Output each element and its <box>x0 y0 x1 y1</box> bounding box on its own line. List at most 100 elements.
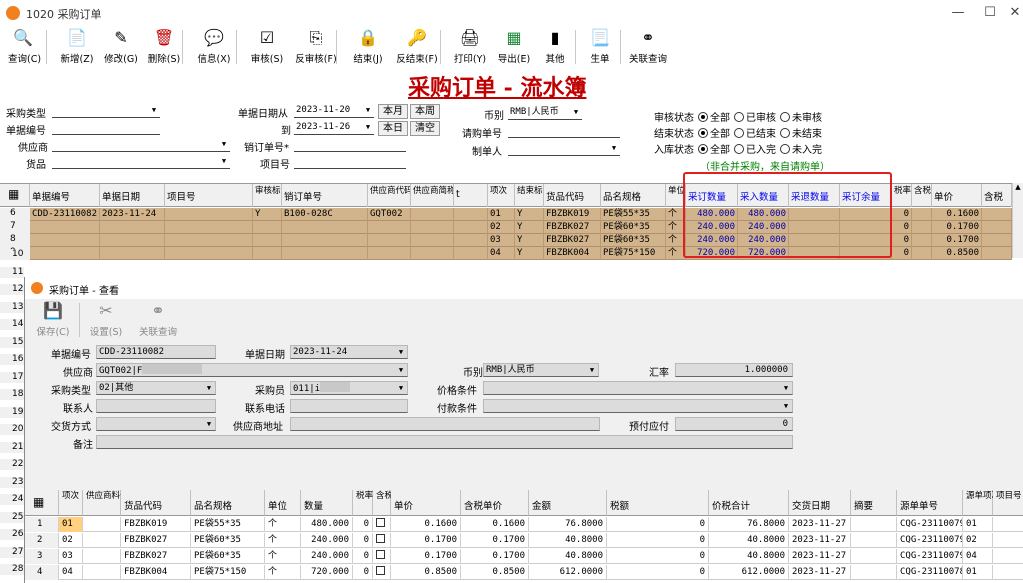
detail-cell[interactable] <box>993 517 1023 532</box>
info-button[interactable]: 💬 信息(X) <box>194 26 234 68</box>
table-cell[interactable]: Y <box>515 247 544 260</box>
table-cell[interactable] <box>912 234 932 247</box>
table-cell[interactable]: PE袋55*35 <box>601 208 666 221</box>
table-cell[interactable] <box>982 247 1012 260</box>
buyer-field[interactable]: 011|i ▼ <box>290 381 408 395</box>
grid-settings-icon[interactable]: ▦ <box>25 490 59 516</box>
detail-header-cell[interactable]: 货品代码 <box>121 490 191 516</box>
table-cell[interactable] <box>368 234 411 247</box>
detail-header-cell[interactable]: 源单单号 <box>897 490 963 516</box>
supplier-address-field[interactable] <box>290 417 600 431</box>
table-cell[interactable] <box>454 221 488 234</box>
tax-included-checkbox[interactable] <box>376 550 385 559</box>
generate-button[interactable]: 📃 生单 <box>584 26 616 68</box>
detail-cell[interactable]: 04 <box>59 565 83 580</box>
close-all-radio[interactable] <box>698 128 708 138</box>
detail-cell[interactable] <box>851 533 897 548</box>
table-cell[interactable] <box>282 247 368 260</box>
table-cell[interactable] <box>100 247 165 260</box>
detail-cell[interactable]: PE袋55*35 <box>191 517 265 532</box>
rate-field[interactable]: 1.000000 <box>675 363 793 377</box>
doc-date-field[interactable]: 2023-11-24 ▼ <box>290 345 408 359</box>
table-cell[interactable] <box>411 234 454 247</box>
table-cell[interactable] <box>411 208 454 221</box>
table-cell[interactable] <box>165 247 253 260</box>
detail-cell[interactable] <box>83 517 121 532</box>
purchase-type-field[interactable]: 02|其他 ▼ <box>96 381 216 395</box>
detail-cell[interactable]: PE袋75*150 <box>191 565 265 580</box>
stock-all-radio[interactable] <box>698 144 708 154</box>
purchase-type-select[interactable]: ▼ <box>52 104 160 118</box>
table-cell[interactable] <box>912 247 932 260</box>
supplier-select[interactable]: ▼ <box>52 138 230 152</box>
detail-cell[interactable]: 02 <box>963 533 993 548</box>
detail-cell[interactable]: 0.8500 <box>461 565 529 580</box>
stock-pending-radio[interactable] <box>780 144 790 154</box>
detail-cell[interactable] <box>373 549 391 564</box>
grid-header-cell[interactable]: 货品代码 <box>544 184 601 207</box>
detail-cell[interactable]: 76.8000 <box>709 517 789 532</box>
table-cell[interactable]: 03 <box>488 234 515 247</box>
table-cell[interactable] <box>982 208 1012 221</box>
detail-cell[interactable]: 0 <box>353 565 373 580</box>
detail-header-cell[interactable]: 单位 <box>265 490 301 516</box>
detail-cell[interactable]: CQG-23110079 <box>897 517 963 532</box>
table-cell[interactable] <box>982 221 1012 234</box>
detail-cell[interactable] <box>851 565 897 580</box>
table-cell[interactable]: 0 <box>892 234 912 247</box>
close-open-radio[interactable] <box>780 128 790 138</box>
query-button[interactable]: 🔍 查询(C) <box>8 26 41 68</box>
grid-header-cell[interactable]: 品名规格 <box>601 184 666 207</box>
detail-cell[interactable] <box>83 565 121 580</box>
detail-header-cell[interactable]: 含税 <box>373 490 393 516</box>
grid-header-cell[interactable]: 含税 <box>912 184 932 207</box>
table-cell[interactable] <box>411 221 454 234</box>
detail-header-cell[interactable]: 项次 <box>59 490 83 516</box>
phone-field[interactable] <box>290 399 408 413</box>
detail-cell[interactable]: 0.1600 <box>461 517 529 532</box>
tax-included-checkbox[interactable] <box>376 534 385 543</box>
detail-cell[interactable]: 612.0000 <box>709 565 789 580</box>
detail-cell[interactable]: 2023-11-27 <box>789 565 851 580</box>
table-cell[interactable]: 0 <box>892 247 912 260</box>
detail-header-cell[interactable]: 品名规格 <box>191 490 265 516</box>
table-cell[interactable]: FBZBK019 <box>544 208 601 221</box>
audit-button[interactable]: ☑ 审核(S) <box>248 26 286 68</box>
audit-approved-radio[interactable] <box>734 112 744 122</box>
detail-cell[interactable]: 612.0000 <box>529 565 607 580</box>
detail-cell[interactable]: 720.000 <box>301 565 353 580</box>
table-cell[interactable] <box>282 234 368 247</box>
table-cell[interactable]: FBZBK004 <box>544 247 601 260</box>
print-button[interactable]: 🖨 打印(Y) <box>451 26 489 68</box>
table-cell[interactable] <box>368 247 411 260</box>
detail-cell[interactable]: 76.8000 <box>529 517 607 532</box>
table-cell[interactable]: Y <box>253 208 282 221</box>
detail-header-cell[interactable]: 价税合计 <box>709 490 789 516</box>
table-cell[interactable]: Y <box>515 234 544 247</box>
detail-cell[interactable]: FBZBK004 <box>121 565 191 580</box>
detail-header-cell[interactable]: 源单项次 <box>963 490 1000 516</box>
grid-settings-icon[interactable]: ▦ <box>0 184 30 207</box>
table-cell[interactable]: 02 <box>488 221 515 234</box>
table-cell[interactable]: PE袋60*35 <box>601 221 666 234</box>
remark-field[interactable] <box>96 435 793 449</box>
other-button[interactable]: ▮ 其他 <box>540 26 570 68</box>
table-cell[interactable] <box>982 234 1012 247</box>
table-cell[interactable] <box>912 221 932 234</box>
close-closed-radio[interactable] <box>734 128 744 138</box>
detail-header-cell[interactable]: 含税单价 <box>461 490 529 516</box>
detail-cell[interactable]: 240.000 <box>301 549 353 564</box>
detail-cell[interactable] <box>851 517 897 532</box>
detail-header-cell[interactable]: 摘要 <box>851 490 897 516</box>
table-cell[interactable] <box>368 221 411 234</box>
table-cell[interactable] <box>100 221 165 234</box>
table-cell[interactable] <box>165 208 253 221</box>
grid-header-cell[interactable]: 项目号 <box>165 184 253 207</box>
detail-cell[interactable]: 0 <box>607 549 709 564</box>
audit-all-radio[interactable] <box>698 112 708 122</box>
detail-cell[interactable]: 40.8000 <box>709 549 789 564</box>
table-cell[interactable] <box>100 234 165 247</box>
detail-header-cell[interactable]: 供应商料号 <box>83 490 129 516</box>
table-cell[interactable] <box>454 208 488 221</box>
detail-cell[interactable]: 0 <box>353 517 373 532</box>
